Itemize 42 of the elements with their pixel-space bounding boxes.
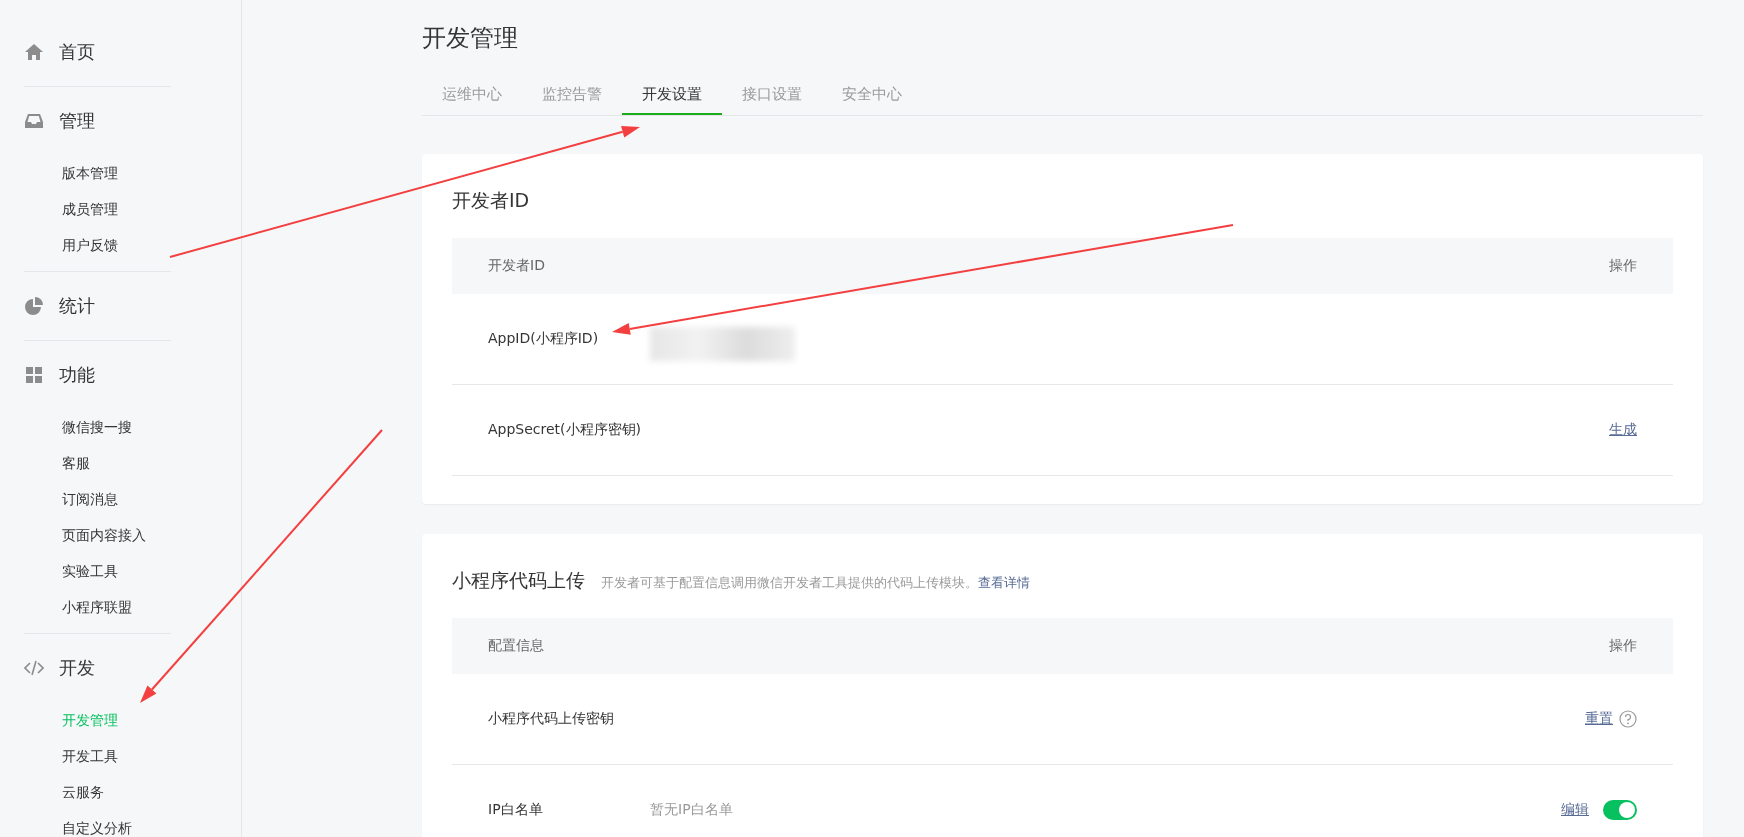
column-header: 配置信息 <box>488 637 544 655</box>
sidebar-item[interactable]: 实验工具 <box>24 553 171 589</box>
row-label: AppSecret(小程序密钥) <box>488 421 642 439</box>
sidebar-heading[interactable]: 首页 <box>59 40 95 64</box>
pie-chart-icon <box>24 296 44 316</box>
card-title: 小程序代码上传 <box>452 568 585 593</box>
code-icon <box>24 658 44 678</box>
grid-icon <box>24 365 44 385</box>
row-label: 小程序代码上传密钥 <box>488 710 615 728</box>
row-label: AppID(小程序ID) <box>488 330 600 348</box>
action-link[interactable]: 生成 <box>1609 421 1637 439</box>
card-description: 开发者可基于配置信息调用微信开发者工具提供的代码上传模块。查看详情 <box>601 574 1030 592</box>
row-value: 暂无IP白名单 <box>650 801 733 819</box>
tab[interactable]: 开发设置 <box>622 74 722 115</box>
sidebar-heading[interactable]: 开发 <box>59 656 95 680</box>
sidebar-item[interactable]: 小程序联盟 <box>24 589 171 625</box>
page-title: 开发管理 <box>422 23 519 54</box>
action-link[interactable]: 编辑 <box>1561 801 1589 819</box>
action-link[interactable]: 重置 <box>1585 710 1613 728</box>
details-link[interactable]: 查看详情 <box>978 575 1030 590</box>
sidebar-item[interactable]: 开发工具 <box>24 738 171 774</box>
sidebar-item[interactable]: 成员管理 <box>24 191 171 227</box>
help-icon[interactable] <box>1619 710 1637 728</box>
sidebar-item[interactable]: 页面内容接入 <box>24 517 171 553</box>
sidebar-heading[interactable]: 功能 <box>59 363 95 387</box>
column-header: 操作 <box>1609 637 1637 655</box>
sidebar-item[interactable]: 微信搜一搜 <box>24 409 171 445</box>
row-label: IP白名单 <box>488 801 544 819</box>
column-header: 开发者ID <box>488 257 545 275</box>
sidebar-heading[interactable]: 统计 <box>59 294 95 318</box>
toggle-switch[interactable] <box>1603 800 1637 820</box>
card-title: 开发者ID <box>452 188 530 213</box>
inbox-icon <box>24 111 44 131</box>
sidebar-item[interactable]: 客服 <box>24 445 171 481</box>
sidebar-item[interactable]: 用户反馈 <box>24 227 171 263</box>
sidebar-item[interactable]: 订阅消息 <box>24 481 171 517</box>
column-header: 操作 <box>1609 257 1637 275</box>
sidebar-item[interactable]: 版本管理 <box>24 155 171 191</box>
home-icon <box>24 42 44 62</box>
sidebar-item[interactable]: 自定义分析 <box>24 810 171 837</box>
sidebar-item[interactable]: 云服务 <box>24 774 171 810</box>
sidebar-heading[interactable]: 管理 <box>59 109 95 133</box>
